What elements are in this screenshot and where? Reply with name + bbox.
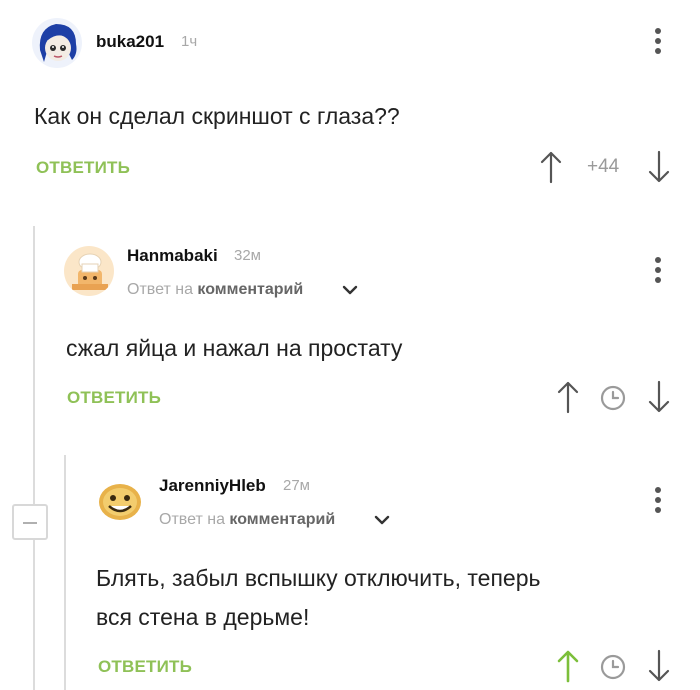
comment-text-line2: вся стена в дерьме! — [96, 604, 310, 630]
comment-text-line1: Блять, забыл вспышку отключить, теперь — [96, 565, 541, 591]
reply-to-link[interactable]: Ответ на комментарий — [159, 511, 335, 529]
comment-time: 1ч — [181, 33, 198, 50]
comment-time: 32м — [234, 247, 261, 264]
username[interactable]: JarenniyHleb — [159, 476, 266, 496]
downvote-icon[interactable] — [646, 649, 672, 683]
rating-count: +44 — [587, 156, 620, 177]
collapse-thread-button[interactable] — [12, 504, 48, 540]
reply-to-prefix: Ответ на — [159, 511, 225, 528]
avatar-bread-icon — [99, 484, 141, 520]
avatar[interactable] — [32, 18, 82, 68]
reply-to-prefix: Ответ на — [127, 281, 193, 298]
comment-text: Как он сделал скриншот с глаза?? — [34, 103, 400, 129]
avatar-chef-icon — [72, 253, 108, 290]
minus-icon — [23, 522, 37, 524]
avatar[interactable] — [64, 246, 114, 296]
reply-button[interactable]: ОТВЕТИТЬ — [98, 657, 192, 677]
more-options-icon[interactable] — [655, 257, 661, 287]
reply-button[interactable]: ОТВЕТИТЬ — [36, 158, 130, 178]
chevron-down-icon[interactable] — [374, 513, 390, 527]
comment-text: сжал яйца и нажал на простату — [66, 335, 403, 361]
upvote-icon[interactable] — [555, 380, 581, 414]
downvote-icon[interactable] — [646, 150, 672, 184]
more-options-icon[interactable] — [655, 28, 661, 58]
clock-icon — [600, 385, 626, 411]
clock-icon — [600, 654, 626, 680]
thread-line-level2[interactable] — [64, 455, 66, 690]
reply-to-target[interactable]: комментарий — [229, 511, 335, 528]
comment-time: 27м — [283, 477, 310, 494]
more-options-icon[interactable] — [655, 487, 661, 517]
chevron-down-icon[interactable] — [342, 283, 358, 297]
username[interactable]: Hanmabaki — [127, 246, 218, 266]
thread-line-level1[interactable] — [33, 226, 35, 690]
reply-to-target[interactable]: комментарий — [197, 281, 303, 298]
upvote-icon-active[interactable] — [555, 649, 581, 683]
reply-to-link[interactable]: Ответ на комментарий — [127, 281, 303, 299]
username[interactable]: buka201 — [96, 32, 164, 52]
reply-button[interactable]: ОТВЕТИТЬ — [67, 388, 161, 408]
avatar[interactable] — [95, 476, 145, 526]
avatar-anime-icon — [39, 24, 77, 62]
downvote-icon[interactable] — [646, 380, 672, 414]
upvote-icon[interactable] — [538, 150, 564, 184]
